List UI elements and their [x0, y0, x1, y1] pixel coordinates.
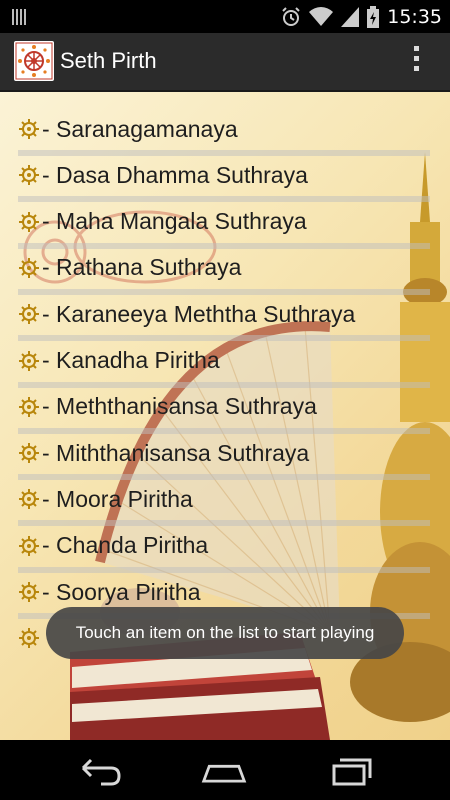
- status-bar: 15:35: [0, 0, 450, 33]
- list-item[interactable]: - Rathana Suthraya: [18, 245, 438, 291]
- toast-message: Touch an item on the list to start playi…: [46, 607, 404, 659]
- list-item[interactable]: - Maha Mangala Suthraya: [18, 199, 438, 245]
- list-item-label: - Chanda Piritha: [42, 532, 209, 559]
- navigation-bar: [0, 740, 450, 800]
- dharma-wheel-icon: [18, 396, 40, 418]
- list-item[interactable]: - Chanda Piritha: [18, 523, 438, 569]
- list-item[interactable]: - Meththanisansa Suthraya: [18, 384, 438, 430]
- signal-icon: [341, 7, 360, 27]
- alarm-icon: [282, 7, 300, 26]
- clock: 15:35: [387, 6, 442, 28]
- dharma-wheel-icon: [18, 164, 40, 186]
- dharma-wheel-icon: [18, 118, 40, 140]
- list-item-label: - Saranagamanaya: [42, 115, 238, 142]
- app-logo-icon[interactable]: [14, 41, 54, 81]
- back-icon[interactable]: [75, 752, 123, 788]
- dharma-wheel-icon: [18, 257, 40, 279]
- list-item[interactable]: - Miththanisansa Suthraya: [18, 430, 438, 476]
- battery-charging-icon: [367, 6, 380, 28]
- dharma-wheel-icon: [18, 581, 40, 603]
- dharma-wheel-icon: [18, 488, 40, 510]
- list-item[interactable]: - Kanadha Piritha: [18, 338, 438, 384]
- list-item[interactable]: - Saranagamanaya: [18, 106, 438, 152]
- recent-apps-icon[interactable]: [328, 752, 376, 788]
- list-item-label: - Karaneeya Meththa Suthraya: [42, 300, 356, 327]
- list-item[interactable]: - Moora Piritha: [18, 476, 438, 522]
- wifi-icon: [309, 7, 334, 27]
- list-item[interactable]: - Karaneeya Meththa Suthraya: [18, 291, 438, 337]
- list-item-label: - Soorya Piritha: [42, 578, 201, 605]
- list-item-label: - Moora Piritha: [42, 485, 193, 512]
- dharma-wheel-icon: [18, 535, 40, 557]
- dharma-wheel-icon: [18, 303, 40, 325]
- list-item-label: - Kanadha Piritha: [42, 347, 220, 373]
- list-item[interactable]: - Dasa Dhamma Suthraya: [18, 152, 438, 198]
- status-icons: 15:35: [281, 5, 442, 29]
- list-item-label: - Dasa Dhamma Suthraya: [42, 161, 308, 188]
- list-item-label: - Rathana Suthraya: [42, 254, 242, 281]
- dharma-wheel-icon: [18, 350, 40, 372]
- notification-bars-icon: [12, 9, 30, 25]
- dharma-wheel-icon: [18, 627, 40, 649]
- list-item-label: - Maha Mangala Suthraya: [42, 208, 307, 235]
- list-item-label: - Meththanisansa Suthraya: [42, 393, 317, 420]
- action-bar: Seth Pirth: [0, 33, 450, 92]
- app-title: Seth Pirth: [60, 48, 157, 73]
- list-item-label: - Miththanisansa Suthraya: [42, 439, 310, 466]
- dharma-wheel-icon: [18, 442, 40, 464]
- overflow-menu-icon[interactable]: [414, 46, 420, 76]
- home-icon[interactable]: [200, 752, 248, 788]
- dharma-wheel-icon: [18, 211, 40, 233]
